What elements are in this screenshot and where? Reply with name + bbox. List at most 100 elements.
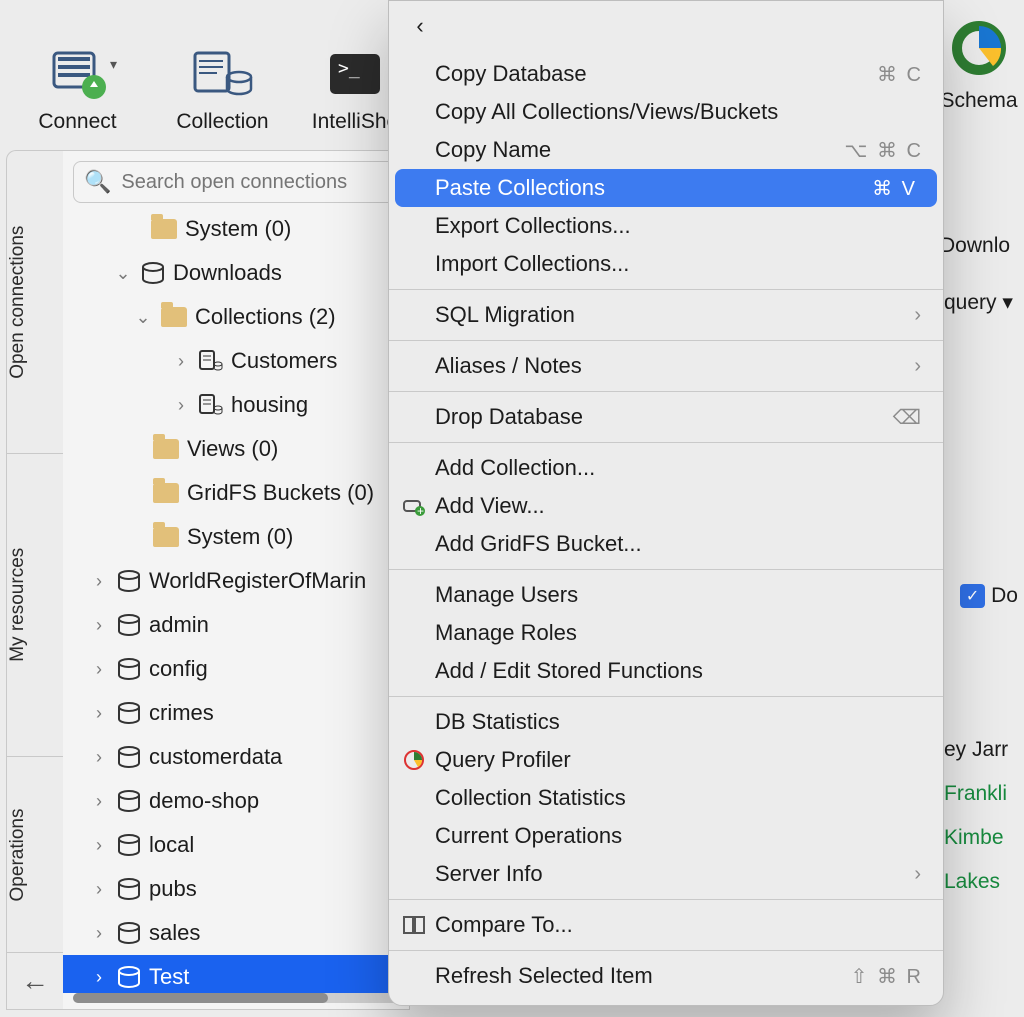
menu-paste-collections[interactable]: Paste Collections⌘ V (395, 169, 937, 207)
tree-node-views[interactable]: Views (0) (63, 427, 409, 471)
menu-copy-name[interactable]: Copy Name⌥ ⌘ C (389, 131, 943, 169)
collection-icon (199, 350, 223, 372)
tab-open-connections[interactable]: Open connections (7, 151, 63, 453)
horizontal-scrollbar[interactable] (73, 993, 399, 1003)
data-cell: Kimbe (940, 816, 1024, 860)
shortcut: ⌘ C (877, 62, 923, 87)
scrollbar-thumb[interactable] (73, 993, 328, 1003)
database-icon (117, 833, 141, 857)
chevron-right-icon: › (89, 967, 109, 988)
editor-peek: query ▾ ✓ Do ey Jarr Frankli Kimbe Lakes (940, 150, 1024, 1010)
menu-sql-migration[interactable]: SQL Migration› (389, 296, 943, 334)
tree-node-test[interactable]: ›Test (63, 955, 409, 993)
chevron-right-icon: › (171, 395, 191, 416)
connection-sidebar: 🔍 System (0) ⌄Downloads ⌄Collections (2)… (63, 150, 410, 1010)
collection-icon (192, 46, 254, 102)
tree-node-customerdata[interactable]: ›customerdata (63, 735, 409, 779)
tree-node-pubs[interactable]: ›pubs (63, 867, 409, 911)
arrow-left-icon: ← (21, 965, 49, 997)
data-cell: ey Jarr (940, 728, 1024, 772)
chevron-right-icon: › (89, 791, 109, 812)
chevron-right-icon: › (89, 659, 109, 680)
tree-node-world[interactable]: ›WorldRegisterOfMarin (63, 559, 409, 603)
menu-copy-database[interactable]: Copy Database⌘ C (389, 55, 943, 93)
menu-server-info[interactable]: Server Info› (389, 855, 943, 893)
svg-text:+: + (417, 504, 424, 518)
tree-node-housing[interactable]: ›housing (63, 383, 409, 427)
tree-node-admin[interactable]: ›admin (63, 603, 409, 647)
connect-button[interactable]: ▾ Connect (10, 14, 145, 140)
dropdown-caret-icon[interactable]: ▾ (110, 56, 117, 73)
tree-node-gridfs[interactable]: GridFS Buckets (0) (63, 471, 409, 515)
schema-label: Schema (940, 89, 1017, 113)
chevron-down-icon: ⌄ (113, 263, 133, 284)
folder-icon (153, 483, 179, 503)
data-cell: Lakes (940, 860, 1024, 904)
chevron-right-icon: › (914, 863, 923, 886)
tree-node-collections[interactable]: ⌄Collections (2) (63, 295, 409, 339)
back-button[interactable]: ← (7, 952, 63, 1009)
tab-operations[interactable]: Operations (7, 757, 63, 952)
chevron-right-icon: › (89, 747, 109, 768)
chevron-right-icon: › (89, 571, 109, 592)
tree-node-local[interactable]: ›local (63, 823, 409, 867)
tab-my-resources[interactable]: My resources (7, 454, 63, 756)
menu-compare-to[interactable]: Compare To... (389, 906, 943, 944)
data-cell: Frankli (940, 772, 1024, 816)
tree-node-crimes[interactable]: ›crimes (63, 691, 409, 735)
collection-button[interactable]: Collection (155, 14, 290, 140)
shortcut: ⌥ ⌘ C (844, 138, 923, 163)
intellishell-label: IntelliShe (312, 110, 398, 134)
menu-add-view[interactable]: +Add View... (389, 487, 943, 525)
compare-icon (401, 915, 427, 935)
tree-node-sales[interactable]: ›sales (63, 911, 409, 955)
menu-current-operations[interactable]: Current Operations (389, 817, 943, 855)
search-input[interactable] (119, 170, 388, 195)
tree-node-config[interactable]: ›config (63, 647, 409, 691)
database-icon (117, 789, 141, 813)
chevron-left-icon: ‹ (407, 13, 433, 39)
schema-button[interactable]: Schema (934, 20, 1024, 113)
chevron-right-icon: › (914, 355, 923, 378)
side-rail: Open connections My resources Operations… (6, 150, 63, 1010)
database-icon (117, 701, 141, 725)
chevron-right-icon: › (89, 703, 109, 724)
chevron-down-icon: ⌄ (133, 307, 153, 328)
schema-icon (951, 20, 1007, 81)
menu-back[interactable]: ‹ (389, 7, 943, 45)
menu-manage-roles[interactable]: Manage Roles (389, 614, 943, 652)
menu-add-gridfs[interactable]: Add GridFS Bucket... (389, 525, 943, 563)
svg-text:>_: >_ (338, 58, 360, 79)
tree-node-downloads[interactable]: ⌄Downloads (63, 251, 409, 295)
menu-add-collection[interactable]: Add Collection... (389, 449, 943, 487)
chevron-right-icon: › (914, 304, 923, 327)
app-root: ▾ Connect Collection >_ IntelliShe Schem… (0, 0, 1024, 1017)
context-menu: ‹ Copy Database⌘ C Copy All Collections/… (388, 0, 944, 1006)
do-button[interactable]: ✓ Do (940, 574, 1024, 618)
delete-icon: ⌫ (893, 405, 923, 430)
menu-export-collections[interactable]: Export Collections... (389, 207, 943, 245)
database-icon (117, 965, 141, 989)
query-dropdown[interactable]: query ▾ (940, 280, 1024, 324)
menu-drop-database[interactable]: Drop Database⌫ (389, 398, 943, 436)
menu-collection-statistics[interactable]: Collection Statistics (389, 779, 943, 817)
collection-icon (199, 394, 223, 416)
menu-stored-functions[interactable]: Add / Edit Stored Functions (389, 652, 943, 690)
tree-node-system-top[interactable]: System (0) (63, 207, 409, 251)
menu-query-profiler[interactable]: Query Profiler (389, 741, 943, 779)
menu-import-collections[interactable]: Import Collections... (389, 245, 943, 283)
menu-aliases-notes[interactable]: Aliases / Notes› (389, 347, 943, 385)
tree-node-demoshop[interactable]: ›demo-shop (63, 779, 409, 823)
menu-copy-all[interactable]: Copy All Collections/Views/Buckets (389, 93, 943, 131)
chevron-right-icon: › (89, 923, 109, 944)
add-view-icon: + (401, 496, 427, 516)
search-input-wrap[interactable]: 🔍 (73, 161, 399, 203)
connection-tree: System (0) ⌄Downloads ⌄Collections (2) ›… (63, 207, 409, 993)
collection-label: Collection (176, 110, 268, 134)
menu-refresh[interactable]: Refresh Selected Item⇧ ⌘ R (389, 957, 943, 995)
tree-node-customers[interactable]: ›Customers (63, 339, 409, 383)
menu-db-statistics[interactable]: DB Statistics (389, 703, 943, 741)
tree-node-system[interactable]: System (0) (63, 515, 409, 559)
menu-manage-users[interactable]: Manage Users (389, 576, 943, 614)
search-icon: 🔍 (84, 169, 111, 195)
